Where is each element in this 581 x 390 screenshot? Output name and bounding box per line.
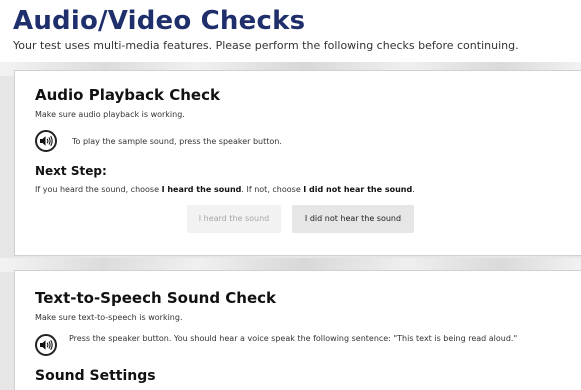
audio-check-description: Make sure audio playback is working. (35, 110, 185, 119)
audio-check-instruction: To play the sample sound, press the spea… (72, 137, 282, 146)
page-header: Audio/Video Checks Your test uses multi-… (0, 0, 581, 62)
next-step-text-part: . If not, choose (241, 185, 304, 194)
sound-settings-title: Sound Settings (35, 368, 156, 384)
audio-playback-card: Audio Playback Check Make sure audio pla… (14, 70, 581, 256)
audio-check-title: Audio Playback Check (35, 86, 220, 104)
next-step-text: If you heard the sound, choose I heard t… (35, 185, 415, 195)
not-heard-sound-button[interactable]: I did not hear the sound (292, 205, 414, 233)
tts-check-description: Make sure text-to-speech is working. (35, 313, 183, 322)
page-title: Audio/Video Checks (13, 6, 306, 36)
next-step-title: Next Step: (35, 164, 107, 178)
tts-check-title: Text-to-Speech Sound Check (35, 289, 277, 307)
next-step-bold-not-heard: I did not hear the sound (303, 185, 413, 194)
speaker-icon (40, 135, 53, 147)
next-step-bold-heard: I heard the sound (161, 185, 242, 194)
next-step-text-part: If you heard the sound, choose (35, 185, 162, 194)
tts-sound-card: Text-to-Speech Sound Check Make sure tex… (14, 270, 581, 390)
heard-sound-button[interactable]: I heard the sound (187, 205, 281, 233)
tts-check-instruction: Press the speaker button. You should hea… (69, 334, 518, 343)
tts-speaker-button[interactable] (35, 334, 57, 356)
next-step-text-part: . (412, 185, 415, 194)
speaker-button[interactable] (35, 130, 57, 152)
speaker-icon (40, 339, 53, 351)
page-subtitle: Your test uses multi-media features. Ple… (13, 39, 519, 52)
